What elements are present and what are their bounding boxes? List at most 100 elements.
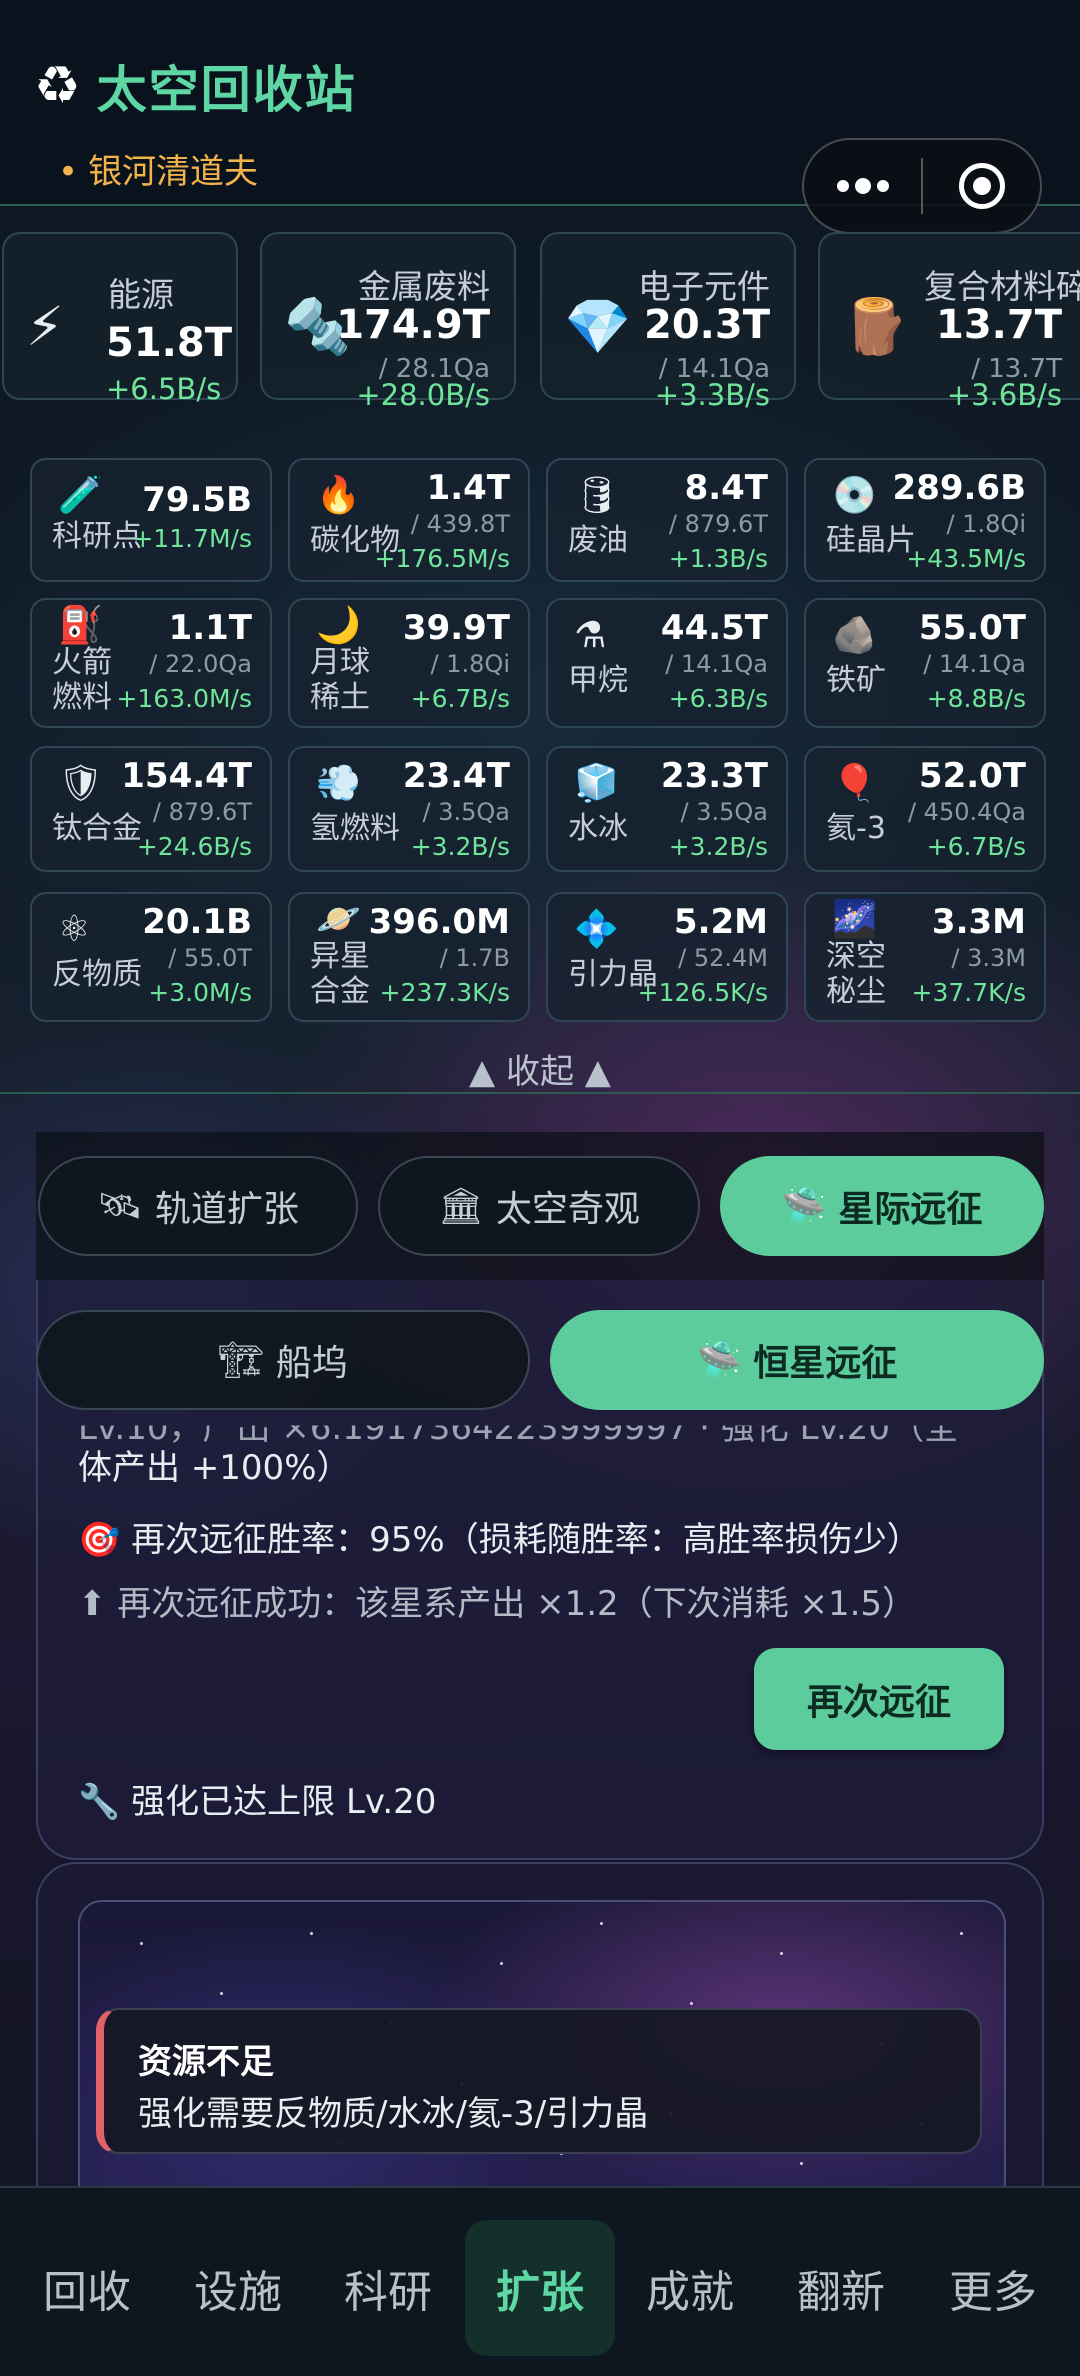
resource-value: 79.5B [142, 480, 252, 520]
resource-name: 复合材料碎 [924, 267, 1080, 306]
resource-rate: +1.3B/s [668, 544, 768, 573]
resource-cell[interactable]: ⛽ 火箭 燃料 1.1T/ 22.0Qa +163.0M/s [30, 598, 272, 728]
resource-cell[interactable]: 🪨 铁矿 55.0T/ 14.1Qa +8.8B/s [804, 598, 1046, 728]
resource-value: 8.4T [684, 468, 768, 508]
resource-name: 硅晶片 [826, 523, 916, 558]
bottom-nav: 回收 设施 科研 扩张 成就 翻新 更多 [0, 2186, 1080, 2376]
resource-cell[interactable]: 🔥 碳化物 1.4T/ 439.8T +176.5M/s [288, 458, 530, 582]
resource-cell[interactable]: ⚗ 甲烷 44.5T/ 14.1Qa +6.3B/s [546, 598, 788, 728]
error-toast: 资源不足 强化需要反物质/水冰/氦-3/引力晶 [96, 2008, 982, 2154]
oil-barrel-icon: 🛢 [574, 475, 620, 516]
wind-icon: 💨 [316, 763, 361, 804]
resource-value: 51.8T [106, 320, 232, 366]
resource-value: 154.4T [121, 756, 252, 796]
resource-cap: / 1.7B [439, 944, 510, 972]
nav-recycle[interactable]: 回收 [12, 2220, 162, 2356]
recycle-icon: ♻ [34, 56, 81, 116]
close-miniprogram-button[interactable] [923, 163, 1040, 209]
tab-space-wonders[interactable]: 🏛 太空奇观 [378, 1156, 700, 1256]
nav-more[interactable]: 更多 [918, 2220, 1068, 2356]
nav-renovate[interactable]: 翻新 [766, 2220, 916, 2356]
resource-cap: / 22.0Qa [149, 650, 252, 678]
resource-cap: / 439.8T [410, 510, 510, 538]
resource-name: 火箭 燃料 [52, 645, 112, 715]
resource-name: 废油 [568, 523, 628, 558]
resource-rate: +3.6B/s [946, 378, 1062, 412]
resource-rate: +6.5B/s [106, 372, 222, 406]
resource-cap: / 14.1Qa [665, 650, 768, 678]
resource-cell[interactable]: 🛡 钛合金 154.4T/ 879.6T +24.6B/s [30, 746, 272, 872]
resource-cell[interactable]: 🧪 科研点 79.5B +11.7M/s [30, 458, 272, 582]
resource-value: 23.4T [402, 756, 510, 796]
tab-label: 船坞 [275, 1343, 348, 1384]
planet-icon: 🪐 [316, 899, 361, 940]
tab-label: 恒星远征 [753, 1343, 898, 1384]
resource-cell[interactable]: 🛢 废油 8.4T/ 879.6T +1.3B/s [546, 458, 788, 582]
resource-rate: +24.6B/s [136, 832, 252, 861]
resource-value: 3.3M [931, 902, 1026, 942]
fire-icon: 🔥 [316, 475, 361, 516]
retry-win-rate: 🎯 再次远征胜率：95%（损耗随胜率：高胜率损伤少） [78, 1520, 921, 1560]
balloon-icon: 🎈 [832, 763, 877, 804]
main-tabs: 🛰 轨道扩张 🏛 太空奇观 🛸 星际远征 [36, 1132, 1044, 1280]
resource-cap: / 3.3M [951, 944, 1026, 972]
resource-card-metal-scrap[interactable]: 🔩 金属废料 174.9T / 28.1Qa +28.0B/s [260, 232, 516, 412]
resource-cell[interactable]: 💿 硅晶片 289.6B/ 1.8Qi +43.5M/s [804, 458, 1046, 582]
resource-cap: / 879.6T [668, 510, 768, 538]
resource-rate: +8.8B/s [926, 684, 1026, 713]
resource-rate: +37.7K/s [911, 978, 1026, 1007]
divider [0, 1092, 1080, 1094]
resource-value: 20.1B [142, 902, 252, 942]
resource-cell[interactable]: ⚛ 反物质 20.1B/ 55.0T +3.0M/s [30, 892, 272, 1022]
fuel-pump-icon: ⛽ [58, 605, 103, 646]
resource-card-composite[interactable]: 🪵 复合材料碎 13.7T / 13.7T +3.6B/s [818, 232, 1080, 412]
resource-name: 异星 合金 [310, 939, 370, 1009]
resource-value: 396.0M [368, 902, 510, 942]
resource-card-electronics[interactable]: 💎 电子元件 20.3T / 14.1Qa +3.3B/s [540, 232, 796, 412]
test-tube-icon: 🧪 [58, 475, 103, 516]
resource-rate: +3.2B/s [668, 832, 768, 861]
nav-expansion[interactable]: 扩张 [465, 2220, 615, 2356]
nav-facilities[interactable]: 设施 [163, 2220, 313, 2356]
ufo-icon: 🛸 [781, 1186, 827, 1227]
resource-value: 1.4T [426, 468, 510, 508]
resource-cell[interactable]: 💠 引力晶 5.2M/ 52.4M +126.5K/s [546, 892, 788, 1022]
resource-name: 水冰 [568, 811, 628, 846]
resource-name: 反物质 [52, 957, 142, 992]
resource-card-energy[interactable]: ⚡ 能源 51.8T +6.5B/s [2, 232, 238, 406]
resource-cell[interactable]: 🪐 异星 合金 396.0M/ 1.7B +237.3K/s [288, 892, 530, 1022]
nav-achievements[interactable]: 成就 [615, 2220, 765, 2356]
resource-name: 深空 秘尘 [826, 939, 886, 1009]
resource-value: 52.0T [918, 756, 1026, 796]
tab-label: 太空奇观 [495, 1189, 640, 1230]
tab-orbital-expansion[interactable]: 🛰 轨道扩张 [38, 1156, 358, 1256]
lightning-icon: ⚡ [26, 295, 64, 358]
resource-cell[interactable]: 🌙 月球 稀土 39.9T/ 1.8Qi +6.7B/s [288, 598, 530, 728]
resource-rate: +3.0M/s [148, 978, 252, 1007]
toast-message: 强化需要反物质/水冰/氦-3/引力晶 [138, 2094, 649, 2134]
more-options-icon[interactable] [804, 140, 921, 232]
galaxy-icon: 🌌 [832, 899, 877, 940]
resource-cell[interactable]: 🎈 氦-3 52.0T/ 450.4Qa +6.7B/s [804, 746, 1046, 872]
gem-icon: 💎 [564, 295, 632, 358]
collapse-toggle[interactable]: ▲ 收起 ▲ [0, 1044, 1080, 1093]
resource-cell[interactable]: 🧊 水冰 23.3T/ 3.5Qa +3.2B/s [546, 746, 788, 872]
resource-rate: +126.5K/s [637, 978, 768, 1007]
resource-value: 55.0T [918, 608, 1026, 648]
resource-cell[interactable]: 🌌 深空 秘尘 3.3M/ 3.3M +37.7K/s [804, 892, 1046, 1022]
resource-rate: +11.7M/s [132, 524, 252, 553]
toast-title: 资源不足 [138, 2042, 274, 2082]
app-title-text: 太空回收站 [96, 61, 357, 119]
tab-shipyard[interactable]: 🏗 船坞 [36, 1310, 530, 1410]
retry-expedition-button[interactable]: 再次远征 [754, 1648, 1004, 1750]
moon-icon: 🌙 [316, 605, 361, 646]
header: ♻ 太空回收站 • 银河清道夫 [0, 0, 1080, 234]
resource-cell[interactable]: 💨 氢燃料 23.4T/ 3.5Qa +3.2B/s [288, 746, 530, 872]
tab-interstellar-expedition[interactable]: 🛸 星际远征 [720, 1156, 1044, 1256]
nav-research[interactable]: 科研 [313, 2220, 463, 2356]
tab-stellar-expedition[interactable]: 🛸 恒星远征 [550, 1310, 1044, 1410]
ufo-icon: 🛸 [696, 1340, 742, 1381]
resource-rate: +163.0M/s [116, 684, 252, 713]
sub-tabs: 🏗 船坞 🛸 恒星远征 [36, 1308, 1044, 1412]
miniprogram-capsule [802, 138, 1042, 234]
